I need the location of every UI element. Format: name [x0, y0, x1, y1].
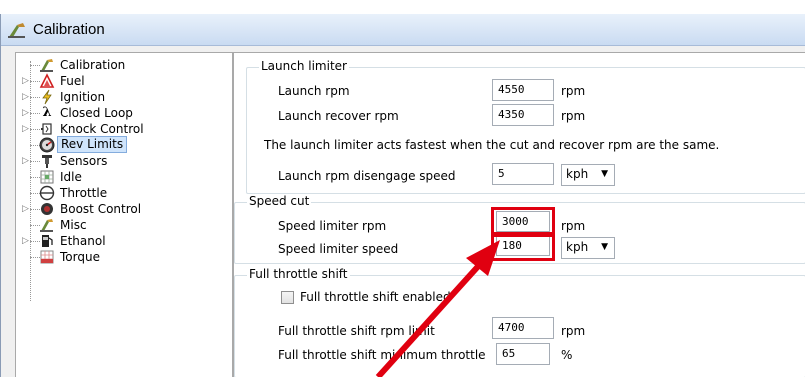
throttle-icon	[39, 185, 55, 201]
full-throttle-shift-rpm-limit-label: Full throttle shift rpm limit	[278, 324, 435, 338]
rev-limits-panel: Launch limiter Launch rpm 4550 rpm Launc…	[233, 52, 805, 377]
boost-icon	[39, 201, 55, 217]
speed-limiter-rpm-unit: rpm	[561, 219, 586, 233]
speed-limiter-speed-label: Speed limiter speed	[278, 242, 399, 256]
launch-disengage-speed-input[interactable]: 5	[492, 163, 554, 185]
launch-rpm-input[interactable]: 4550	[492, 79, 554, 101]
tree-item-ethanol[interactable]: ▷ Ethanol	[16, 233, 232, 249]
tree-item-idle[interactable]: Idle	[16, 169, 232, 185]
tree-item-closed-loop[interactable]: ▷ λ Closed Loop	[16, 105, 232, 121]
torque-icon	[39, 249, 55, 265]
tree-item-torque[interactable]: Torque	[16, 249, 232, 265]
tree-item-misc[interactable]: Misc	[16, 217, 232, 233]
dropdown-arrow-icon: ▼	[601, 169, 608, 179]
tree-item-boost-control[interactable]: ▷ Boost Control	[16, 201, 232, 217]
group-title-speed-cut: Speed cut	[247, 194, 312, 208]
tree-item-ignition[interactable]: ▷ Ignition	[16, 89, 232, 105]
lambda-icon: λ	[42, 105, 52, 120]
tree-item-throttle[interactable]: Throttle	[16, 185, 232, 201]
fuel-icon	[39, 73, 55, 89]
tree-item-label: Torque	[60, 250, 100, 264]
calibration-icon	[8, 23, 25, 38]
tree-item-label: Idle	[60, 170, 82, 184]
navigation-tree[interactable]: Calibration ▷ Fuel ▷ Ignition ▷ λ Closed…	[15, 52, 233, 377]
full-throttle-shift-min-throttle-unit: %	[561, 348, 573, 362]
tree-item-label: Ethanol	[60, 234, 106, 248]
launch-rpm-unit: rpm	[561, 84, 586, 98]
clipped-header-strip	[0, 0, 805, 14]
title-bar: Calibration	[1, 14, 805, 46]
tree-item-fuel[interactable]: ▷ Fuel	[16, 73, 232, 89]
window-title: Calibration	[33, 21, 105, 38]
calibration-window: Calibration Calibration ▷ Fuel ▷ Ignitio…	[0, 14, 805, 377]
group-title-launch-limiter: Launch limiter	[259, 59, 349, 73]
fuel-pump-icon	[39, 233, 55, 249]
launch-recover-rpm-unit: rpm	[561, 109, 586, 123]
tree-item-calibration[interactable]: Calibration	[16, 57, 232, 73]
group-title-full-throttle-shift: Full throttle shift	[247, 267, 350, 281]
dropdown-arrow-icon: ▼	[601, 242, 608, 252]
full-throttle-shift-min-throttle-input[interactable]: 65	[496, 343, 550, 365]
full-throttle-shift-min-throttle-label: Full throttle shift minimum throttle	[278, 348, 486, 362]
rev-limits-icon	[39, 137, 55, 153]
highlight-box-speed-limiter-speed	[491, 232, 555, 261]
full-throttle-shift-enabled-label: Full throttle shift enabled	[300, 290, 451, 304]
select-value: kph	[566, 167, 589, 181]
full-throttle-shift-rpm-limit-input[interactable]: 4700	[492, 317, 554, 339]
tree-item-label: Ignition	[60, 90, 106, 104]
ignition-icon	[39, 89, 55, 105]
sensors-icon	[39, 153, 55, 169]
full-throttle-shift-enabled-checkbox[interactable]	[281, 291, 294, 304]
select-value: kph	[566, 240, 589, 254]
tree-item-knock-control[interactable]: ▷ Knock Control	[16, 121, 232, 137]
tree-item-label: Fuel	[60, 74, 85, 88]
tree-item-label: Calibration	[60, 58, 126, 72]
tree-item-label: Closed Loop	[60, 106, 133, 120]
launch-rpm-label: Launch rpm	[278, 84, 350, 98]
full-throttle-shift-rpm-limit-unit: rpm	[561, 324, 586, 338]
speed-limiter-rpm-label: Speed limiter rpm	[278, 219, 387, 233]
tree-item-label: Boost Control	[60, 202, 142, 216]
idle-icon	[39, 169, 55, 185]
launch-recover-rpm-label: Launch recover rpm	[278, 109, 399, 123]
misc-icon	[39, 217, 55, 233]
tree-item-label: Knock Control	[60, 122, 144, 136]
launch-disengage-unit-select[interactable]: kph ▼	[561, 164, 615, 186]
tree-item-label: Misc	[60, 218, 87, 232]
launch-limiter-note: The launch limiter acts fastest when the…	[264, 138, 720, 152]
tree-item-label: Rev Limits	[57, 136, 128, 153]
tree-item-label: Sensors	[60, 154, 108, 168]
launch-disengage-speed-label: Launch rpm disengage speed	[278, 169, 456, 183]
knock-icon	[39, 121, 55, 137]
launch-recover-rpm-input[interactable]: 4350	[492, 104, 554, 126]
speed-limiter-unit-select[interactable]: kph ▼	[561, 237, 615, 259]
tree-item-rev-limits[interactable]: Rev Limits	[16, 136, 232, 153]
tree-item-sensors[interactable]: ▷ Sensors	[16, 153, 232, 169]
tree-item-label: Throttle	[60, 186, 108, 200]
calibration-icon	[39, 57, 55, 73]
